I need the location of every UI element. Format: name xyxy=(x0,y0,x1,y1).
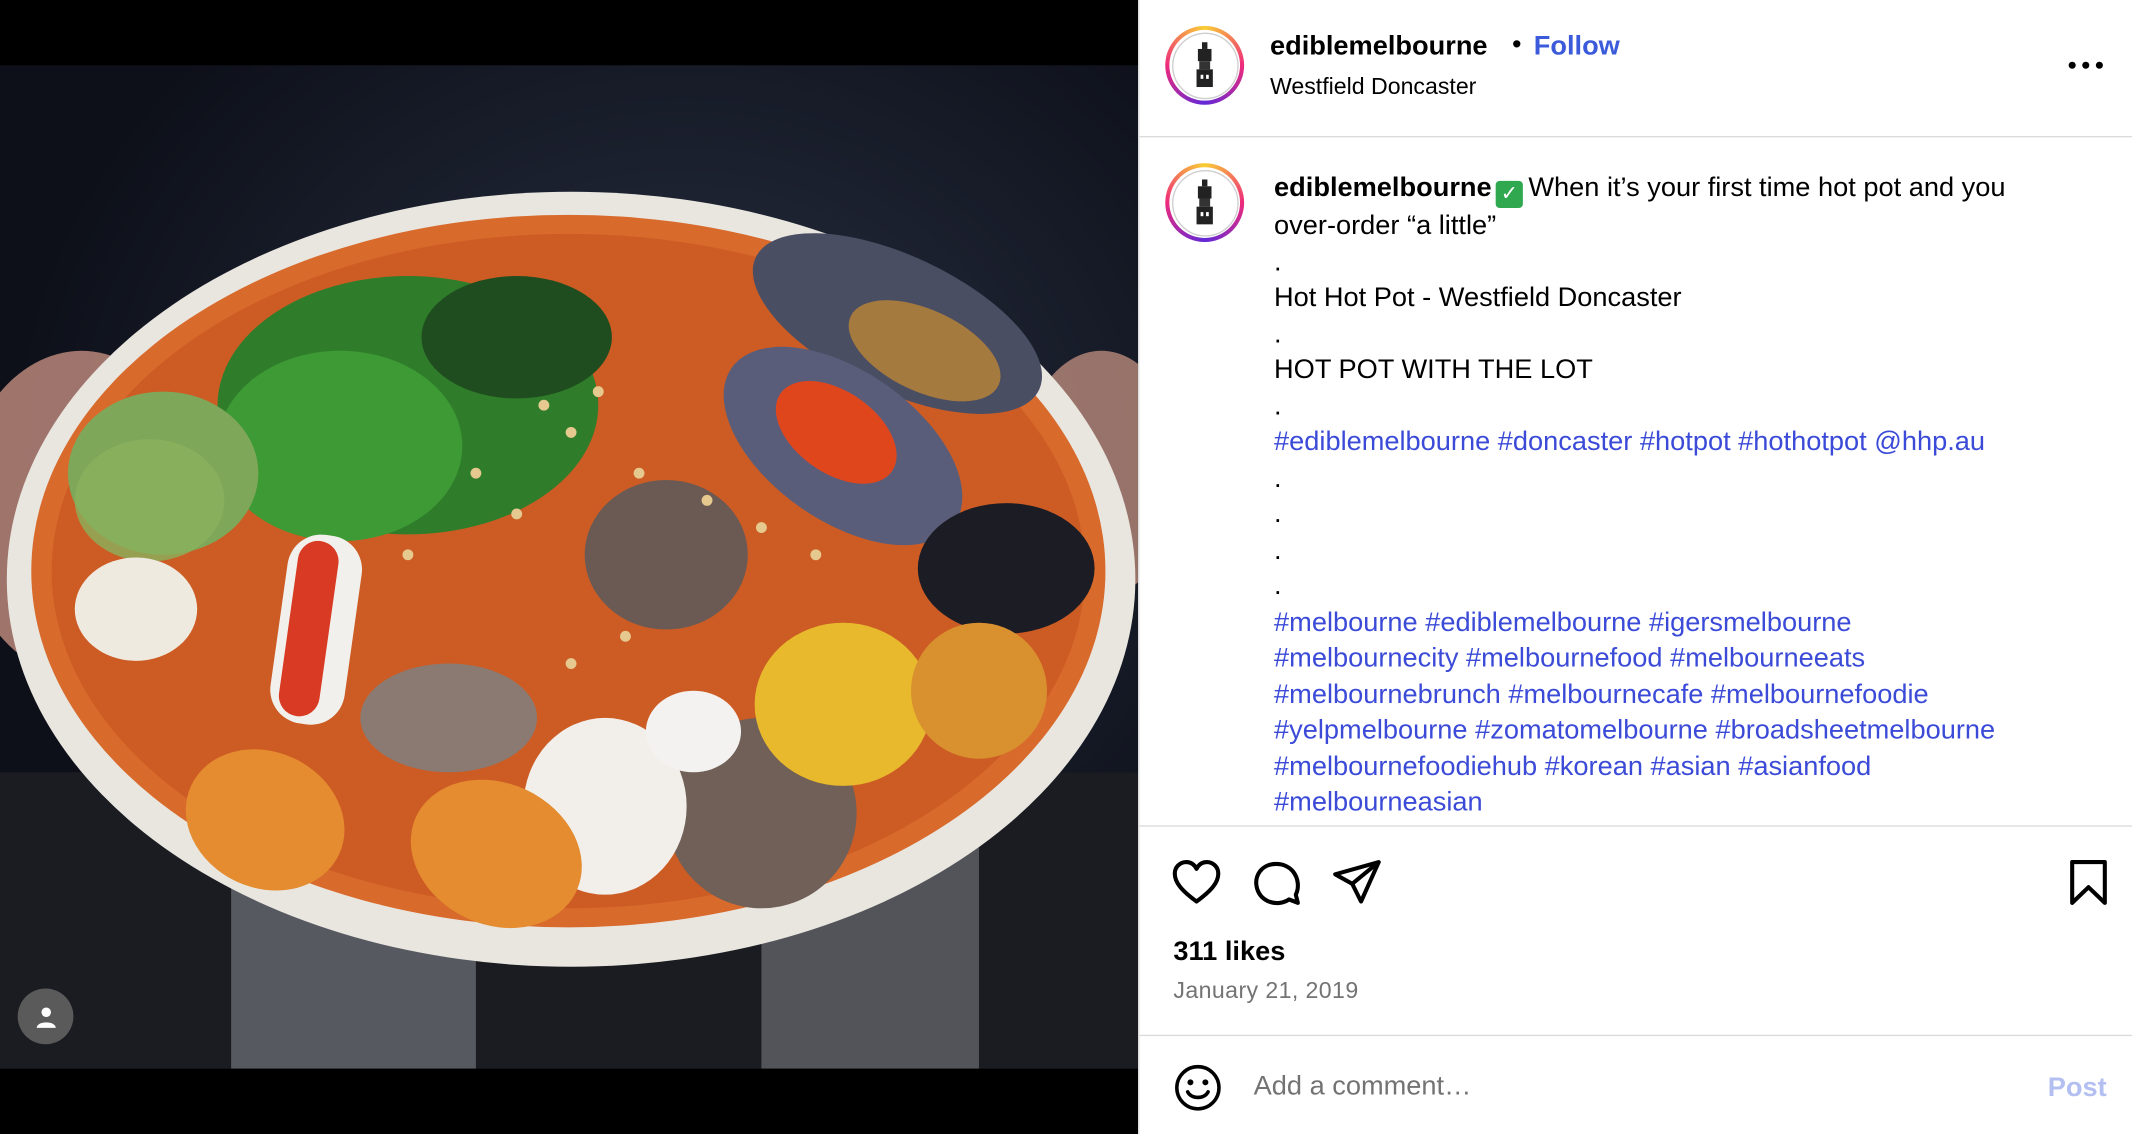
caption-line: Hot Hot Pot - Westfield Doncaster xyxy=(1274,282,1682,313)
comment-bar: Post xyxy=(1139,1034,2132,1135)
hashtag-line[interactable]: #melbourne #ediblemelbourne #igersmelbou… xyxy=(1274,604,2090,640)
tower-logo-icon xyxy=(1196,42,1213,88)
hotpot-bowl-illustration xyxy=(0,191,1139,1069)
caption-line: HOT POT WITH THE LOT xyxy=(1274,354,1593,385)
author-avatar[interactable] xyxy=(1165,25,1245,105)
hashtag-line[interactable]: #melbournefoodiehub #korean #asian #asia… xyxy=(1274,749,2090,785)
person-icon xyxy=(36,1006,56,1028)
caption-dot: . xyxy=(1274,571,1282,601)
hashtag-line[interactable]: #yelpmelbourne #zomatomelbourne #broadsh… xyxy=(1274,712,2090,748)
hashtag-line[interactable]: #ediblemelbourne #doncaster #hotpot #hot… xyxy=(1274,424,2090,460)
caption-line: over-order “a little” xyxy=(1274,210,1497,241)
caption-dot: . xyxy=(1274,246,1282,277)
caption-username[interactable]: ediblemelbourne xyxy=(1274,173,1492,203)
post-comment-button[interactable]: Post xyxy=(2048,1073,2107,1104)
caption-text: ediblemelbourne ✓ When it’s your first tim… xyxy=(1274,170,2090,821)
author-username[interactable]: ediblemelbourne xyxy=(1270,31,1488,62)
check-mark-emoji-icon: ✓ xyxy=(1495,180,1523,209)
caption-dot: . xyxy=(1274,535,1282,565)
more-horizontal-icon[interactable] xyxy=(2067,52,2105,79)
share-icon[interactable] xyxy=(1331,857,1383,909)
post-header: ediblemelbourne • Follow Westfield Donca… xyxy=(1139,0,2132,138)
post-side-panel: ediblemelbourne • Follow Westfield Donca… xyxy=(1138,0,2132,1134)
comment-input[interactable] xyxy=(1253,1066,1988,1107)
caption-dot: . xyxy=(1274,462,1282,493)
caption-dot: . xyxy=(1274,390,1282,421)
post-photo[interactable] xyxy=(0,65,1139,1069)
bookmark-icon[interactable] xyxy=(2063,857,2115,909)
likes-count[interactable]: 311 likes xyxy=(1173,937,1285,968)
emoji-icon[interactable] xyxy=(1173,1063,1222,1112)
separator-dot: • xyxy=(1511,29,1522,60)
heart-icon[interactable] xyxy=(1171,857,1223,909)
tagged-users-button[interactable] xyxy=(17,988,74,1045)
comment-icon[interactable] xyxy=(1251,857,1303,909)
follow-button[interactable]: Follow xyxy=(1534,31,1620,62)
hashtag-line[interactable]: #melbournecity #melbournefood #melbourne… xyxy=(1274,640,2090,676)
post-media-panel xyxy=(0,0,1139,1134)
action-bar xyxy=(1139,827,2132,936)
caption-author-avatar[interactable] xyxy=(1165,163,1245,243)
caption-dot: . xyxy=(1274,499,1282,529)
tower-logo-icon xyxy=(1196,179,1213,225)
caption-dot: . xyxy=(1274,318,1282,349)
post-date[interactable]: January 21, 2019 xyxy=(1173,978,1358,1005)
hashtag-line[interactable]: #melbournebrunch #melbournecafe #melbour… xyxy=(1274,676,2090,712)
hashtag-line[interactable]: #melbourneasian xyxy=(1274,785,2090,821)
caption-area: ediblemelbourne ✓ When it’s your first tim… xyxy=(1139,137,2132,827)
post-location[interactable]: Westfield Doncaster xyxy=(1270,73,1476,100)
caption-line: When it’s your first time hot pot and yo… xyxy=(1528,172,2006,203)
